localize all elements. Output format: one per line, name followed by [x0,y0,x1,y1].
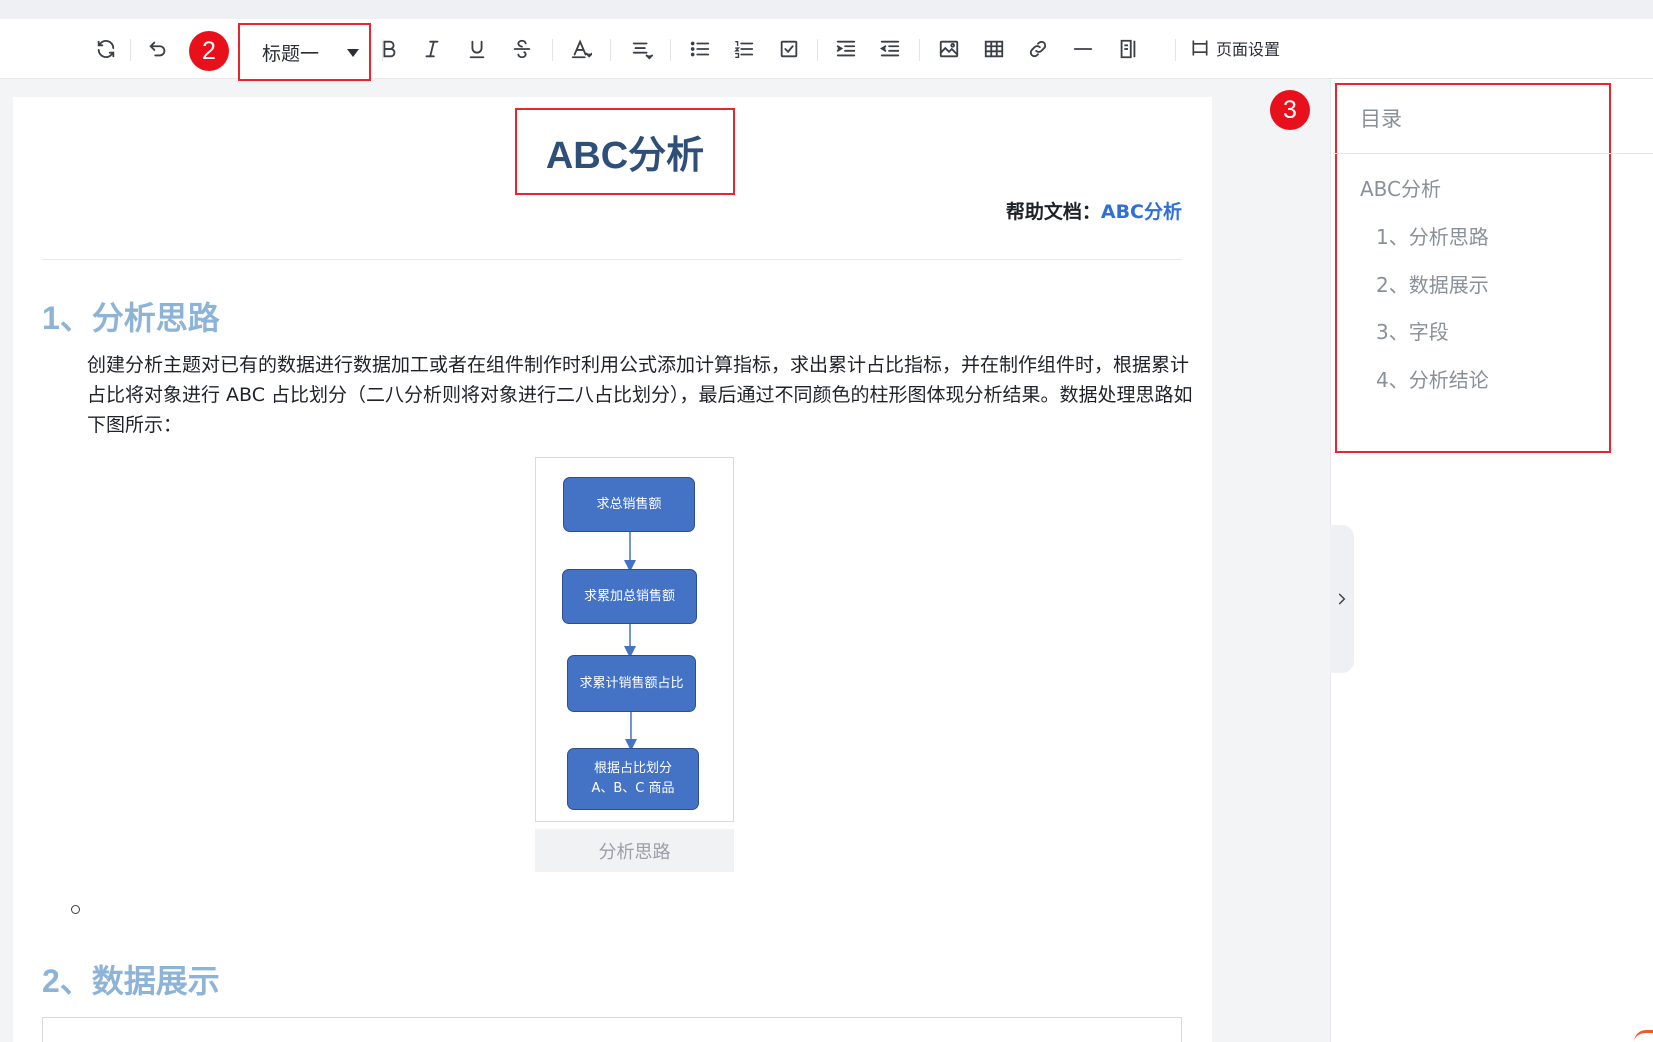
flow-step-2: 求累加总销售额 [562,569,697,624]
flow-step-4: 根据占比划分 A、B、C 商品 [567,748,699,810]
flow-step-3: 求累计销售额占比 [567,655,696,712]
page-setup-label: 页面设置 [1216,40,1281,59]
help-doc-link[interactable]: ABC分析 [1101,201,1182,223]
toc-item-data-display[interactable]: 2、数据展示 [1376,269,1489,298]
section-heading-2[interactable]: 2、数据展示 [42,956,220,1002]
flow-step-1: 求总销售额 [563,477,695,532]
page-setup-button[interactable]: 页面设置 [1190,36,1280,60]
link-icon[interactable] [1024,35,1052,63]
toc-highlight [1335,83,1611,453]
bulleted-list-icon[interactable] [686,35,714,63]
help-doc-line: 帮助文档：ABC分析 [1006,197,1182,224]
underline-icon[interactable] [463,35,491,63]
insert-image-icon[interactable] [935,35,963,63]
numbered-list-icon[interactable] [730,35,758,63]
document-page[interactable]: ABC分析 帮助文档：ABC分析 1、分析思路 创建分析主题对已有的数据进行数据… [13,97,1212,1042]
bold-icon[interactable] [375,35,403,63]
toc-item-conclusion[interactable]: 4、分析结论 [1376,364,1489,393]
strikethrough-icon[interactable] [508,35,536,63]
page-setup-icon [1192,40,1208,56]
flow-step-1-label: 求总销售额 [596,496,662,512]
title-divider [42,259,1182,260]
heading-level-value: 标题一 [262,42,320,65]
indent-icon[interactable] [832,35,860,63]
flowchart-figure[interactable]: 求总销售额 求累加总销售额 求累计销售额占比 根据占比划分 A、B、C 商品 [535,457,734,822]
checklist-icon[interactable] [775,35,803,63]
horizontal-rule-icon[interactable] [1069,35,1097,63]
page-break-icon[interactable] [1114,35,1142,63]
chevron-right-icon [1338,593,1346,605]
toc-item-fields[interactable]: 3、字段 [1376,316,1449,345]
toc-item-abc[interactable]: ABC分析 [1360,173,1441,202]
font-color-icon[interactable] [567,35,595,63]
document-title[interactable]: ABC分析 [546,124,704,179]
flow-step-2-label: 求累加总销售额 [583,588,675,604]
annotation-badge-2: 2 [189,31,229,71]
toc-title: 目录 [1360,107,1402,131]
insert-table-icon[interactable] [980,35,1008,63]
flow-step-3-label: 求累计销售额占比 [579,675,684,691]
toc-divider [1335,153,1653,154]
italic-icon[interactable] [418,35,446,63]
outdent-icon[interactable] [876,35,904,63]
toc-item-analysis-approach[interactable]: 1、分析思路 [1376,221,1489,250]
align-icon[interactable] [628,35,656,63]
annotation-badge-3: 3 [1270,90,1310,130]
undo-icon[interactable] [144,35,172,63]
window-top-strip [0,0,1653,19]
section-1-paragraph[interactable]: 创建分析主题对已有的数据进行数据加工或者在组件制作时利用公式添加计算指标，求出累… [87,350,1195,440]
section-heading-1[interactable]: 1、分析思路 [42,293,220,339]
panel-collapse-toggle[interactable] [1330,525,1354,673]
heading-level-select[interactable]: 标题一 [238,23,371,81]
figure-caption[interactable]: 分析思路 [535,829,734,872]
flow-step-4-label-line1: 根据占比划分 [593,761,672,776]
flow-step-4-label-line2: A、B、C 商品 [591,781,675,796]
document-title-highlight: ABC分析 [515,108,735,195]
help-doc-label: 帮助文档： [1005,201,1101,223]
data-table[interactable] [42,1017,1182,1042]
chevron-down-icon [347,49,359,57]
empty-list-bullet[interactable] [71,905,80,914]
refresh-icon[interactable] [92,35,120,63]
